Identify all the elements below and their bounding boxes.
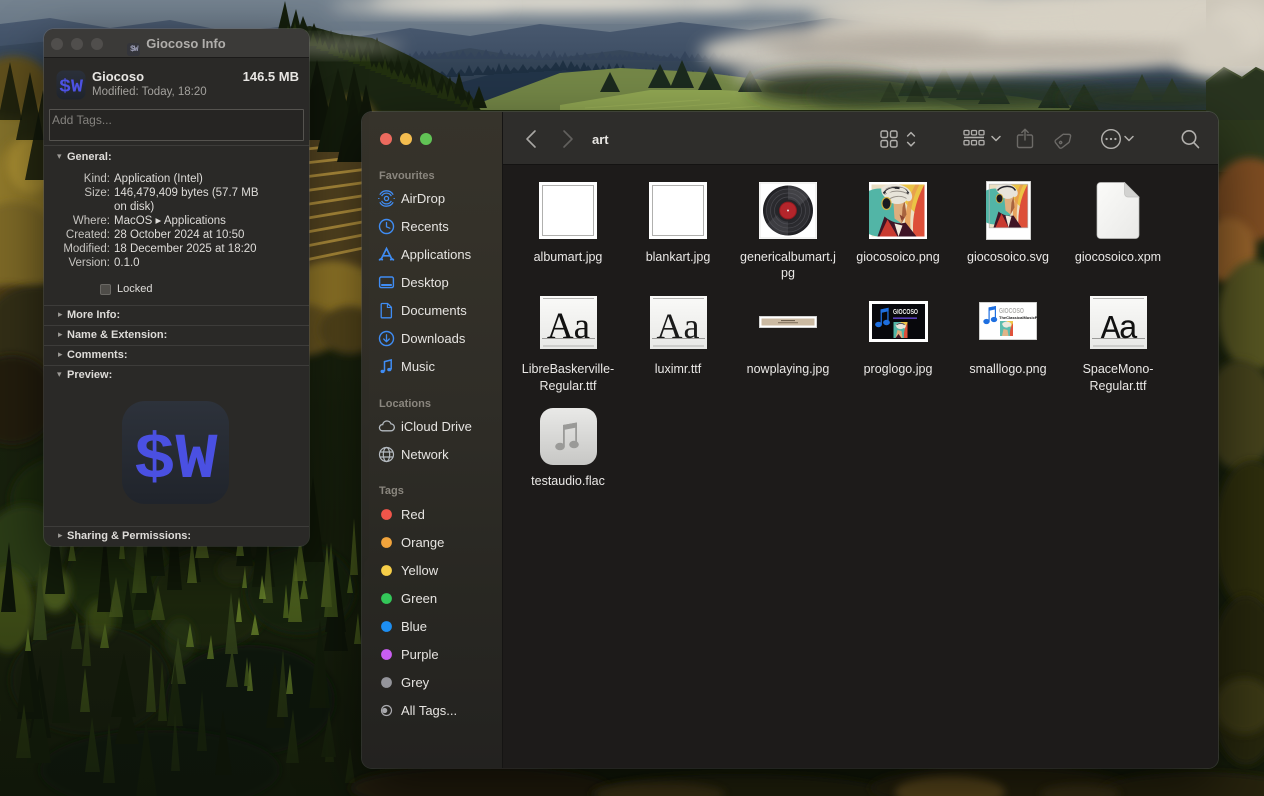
svg-text:$W: $W	[134, 425, 219, 497]
svg-text:GIOCOSO: GIOCOSO	[999, 308, 1024, 315]
svg-text:Aa: Aa	[546, 306, 589, 347]
svg-text:art: art	[592, 132, 609, 147]
svg-text:TheClassicalMusicPlayer: TheClassicalMusicPlayer	[999, 315, 1037, 320]
svg-text:Aa: Aa	[656, 306, 700, 346]
svg-text:Aa: Aa	[1100, 311, 1137, 348]
svg-text:GIOCOSO: GIOCOSO	[893, 309, 918, 316]
svg-text:$W: $W	[59, 78, 83, 98]
